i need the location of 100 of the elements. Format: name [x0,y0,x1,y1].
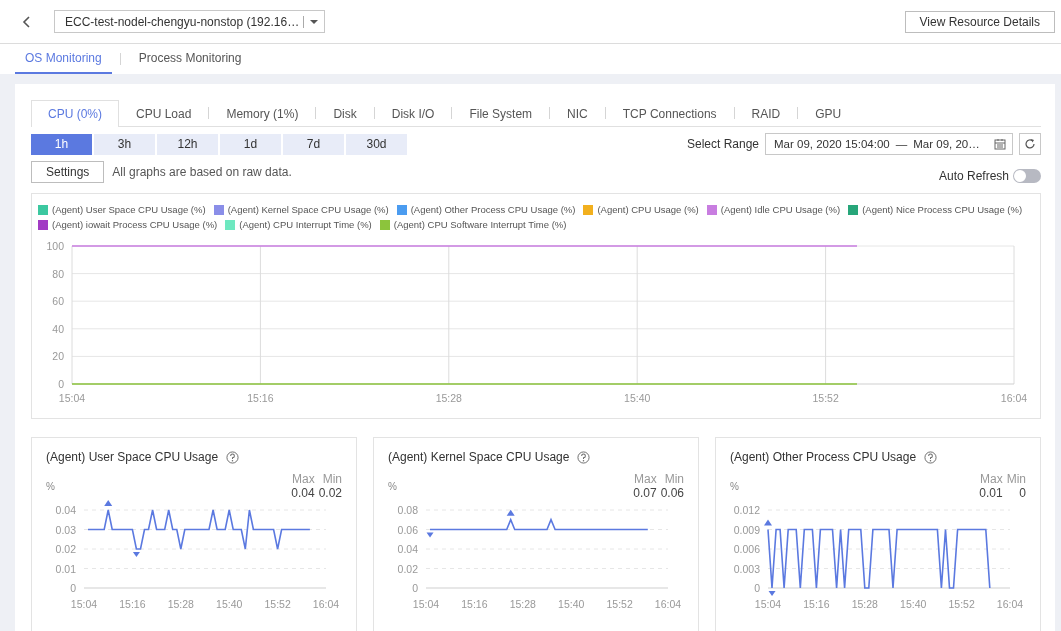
legend-label: (Agent) Kernel Space CPU Usage (%) [227,204,389,215]
axis-tick-label: 15:28 [851,598,878,610]
legend-label: (Agent) CPU Software Interrupt Time (%) [393,219,567,230]
axis-tick-label: 16:04 [312,598,340,610]
metric-tab[interactable]: CPU (0%) [31,100,119,127]
axis-tick-label: 15:28 [167,598,194,610]
chart-title: (Agent) Other Process CPU Usage [730,450,917,464]
axis-tick-label: 15:16 [119,598,146,610]
axis-tick-label: 15:52 [812,392,839,404]
chart-title: (Agent) User Space CPU Usage [46,450,219,464]
max-value: 0.07 [633,486,657,500]
metric-tab[interactable]: File System [452,100,550,127]
axis-tick-label: 0 [412,582,418,594]
axis-tick-label: 15:40 [624,392,651,404]
max-marker [764,519,772,526]
metric-tab[interactable]: GPU [798,100,859,127]
axis-tick-label: 0 [754,582,760,594]
raw-data-note: All graphs are based on raw data. [112,165,292,179]
min-marker [768,591,776,596]
max-label: Max [633,472,657,486]
legend-label: (Agent) CPU Interrupt Time (%) [239,219,372,230]
min-label: Min [1006,472,1026,486]
axis-tick-label: 16:04 [996,598,1024,610]
axis-tick-label: 15:04 [412,598,440,610]
auto-refresh-toggle[interactable] [1013,169,1041,183]
resource-dropdown[interactable]: ECC-test-nodel-chengyu-nonstop (192.16… [54,10,326,33]
calendar-icon[interactable] [994,138,1006,150]
time-range-button[interactable]: 1h [31,133,92,155]
min-value: 0 [1018,486,1026,500]
time-range-button[interactable]: 3h [94,133,155,155]
min-marker [132,552,140,557]
legend-label: (Agent) Idle CPU Usage (%) [720,204,841,215]
axis-tick-label: 15:40 [216,598,243,610]
axis-tick-label: 0 [70,582,76,594]
axis-tick-label: 0 [58,378,64,390]
time-range-button[interactable]: 7d [283,133,344,155]
axis-tick-label: 60 [52,295,64,308]
unit-label: % [730,480,739,492]
tab[interactable]: Process Monitoring [128,44,252,74]
axis-tick-label: 0.01 [55,562,76,575]
max-value: 0.04 [291,486,315,500]
metric-tab[interactable]: TCP Connections [605,100,734,127]
min-label: Min [663,472,684,486]
axis-tick-label: 0.03 [55,523,76,536]
help-icon[interactable] [924,450,938,464]
max-marker [506,509,515,516]
axis-tick-label: 15:28 [435,392,462,404]
time-range-button[interactable]: 30d [346,133,407,155]
axis-tick-label: 15:16 [247,392,274,404]
axis-tick-label: 15:16 [803,598,830,610]
select-range-label: Select Range [686,137,759,151]
axis-tick-label: 15:16 [461,598,488,610]
time-range-button[interactable]: 1d [220,133,281,155]
axis-tick-label: 80 [52,267,64,280]
legend-label: (Agent) User Space CPU Usage (%) [52,204,206,215]
min-label: Min [321,472,342,486]
date-range-field[interactable]: Mar 09, 2020 15:04:00 — Mar 09, 20… [765,133,1013,155]
help-icon[interactable] [577,450,591,464]
axis-tick-label: 15:04 [70,598,98,610]
metric-tab[interactable]: Disk I/O [374,100,452,127]
axis-tick-label: 100 [46,240,64,252]
settings-button[interactable]: Settings [31,161,105,183]
legend-label: (Agent) Nice Process CPU Usage (%) [862,204,1023,215]
min-marker [426,532,434,538]
metric-tab[interactable]: Disk [316,100,374,127]
auto-refresh-label: Auto Refresh [938,169,1009,183]
axis-tick-label: 16:04 [654,598,682,610]
axis-tick-label: 0.04 [397,543,418,555]
refresh-button[interactable] [1019,133,1041,155]
help-icon[interactable] [226,450,240,464]
axis-tick-label: 15:04 [58,392,86,404]
metric-tab[interactable]: Memory (1%) [209,100,316,127]
chart-title: (Agent) Kernel Space CPU Usage [388,450,570,464]
metric-tab[interactable]: NIC [550,100,605,127]
axis-tick-label: 15:40 [558,598,585,610]
legend-label: (Agent) CPU Usage (%) [597,204,699,215]
view-resource-details-button[interactable]: View Resource Details [904,10,1055,33]
time-range-button[interactable]: 12h [157,133,218,155]
refresh-icon[interactable] [1024,138,1036,150]
axis-tick-label: 15:52 [606,598,633,610]
axis-tick-label: 15:04 [754,598,782,610]
unit-label: % [388,480,397,492]
max-label: Max [979,472,1003,486]
metric-tab[interactable]: CPU Load [119,100,209,127]
min-value: 0.06 [660,486,684,500]
axis-tick-label: 16:04 [1000,392,1028,404]
axis-tick-label: 0.02 [397,562,418,575]
axis-tick-label: 40 [52,322,64,335]
axis-tick-label: 0.04 [55,504,76,516]
metric-tab[interactable]: RAID [734,100,798,127]
axis-tick-label: 15:52 [948,598,975,610]
legend-label: (Agent) Other Process CPU Usage (%) [410,204,576,215]
axis-tick-label: 0.06 [397,523,418,536]
axis-tick-label: 15:28 [509,598,536,610]
max-marker [104,500,113,506]
axis-tick-label: 0.009 [733,523,760,536]
min-value: 0.02 [318,486,342,500]
axis-tick-label: 15:40 [900,598,927,610]
caret-icon[interactable] [310,18,319,25]
axis-tick-label: 0.012 [733,504,760,516]
